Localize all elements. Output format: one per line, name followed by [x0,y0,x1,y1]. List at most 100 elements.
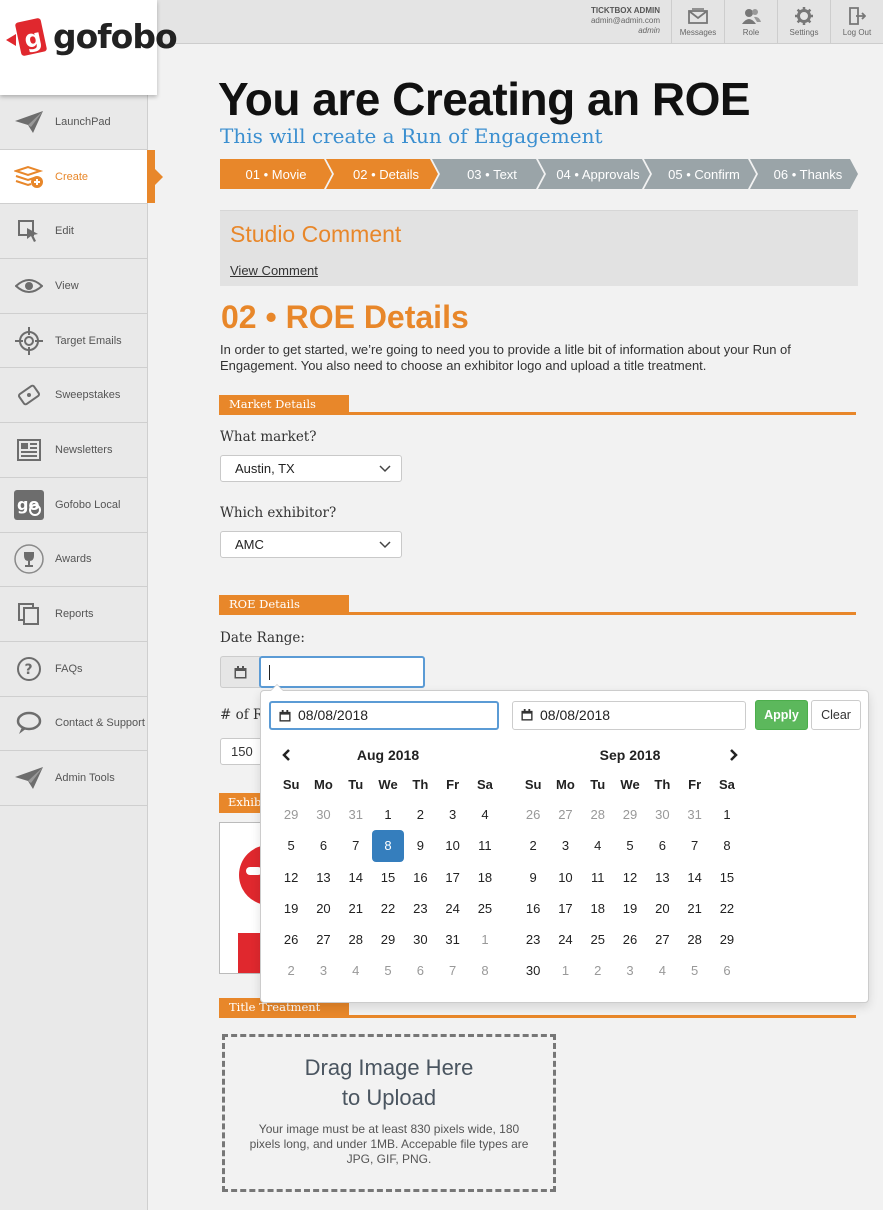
calendar-day[interactable]: 17 [549,893,581,924]
calendar-day[interactable]: 3 [436,799,468,830]
calendar-day[interactable]: 12 [275,862,307,893]
calendar-day[interactable]: 11 [582,862,614,893]
sidebar-item-awards[interactable]: Awards [0,533,147,588]
calendar-day[interactable]: 30 [404,924,436,955]
calendar-day[interactable]: 24 [549,924,581,955]
calendar-day[interactable]: 20 [646,893,678,924]
calendar-day[interactable]: 11 [469,830,501,861]
brand-logo[interactable]: g gofobo [0,0,178,95]
view-comment-link[interactable]: View Comment [230,263,318,278]
calendar-day[interactable]: 31 [436,924,468,955]
step-confirm[interactable]: 05 • Confirm [644,159,756,189]
calendar-day[interactable]: 8 [711,830,743,861]
clear-button[interactable]: Clear [811,700,861,730]
sidebar-item-gofobo-local[interactable]: go Gofobo Local [0,478,147,533]
market-select[interactable]: Austin, TX [220,455,402,482]
calendar-day[interactable]: 21 [340,893,372,924]
calendar-day[interactable]: 29 [614,799,646,830]
date-range-addon[interactable] [220,656,260,688]
sidebar-item-newsletters[interactable]: Newsletters [0,423,147,478]
calendar-day[interactable]: 14 [340,862,372,893]
calendar-day[interactable]: 31 [340,799,372,830]
calendar-day[interactable]: 3 [307,955,339,986]
calendar-day[interactable]: 21 [678,893,710,924]
step-text[interactable]: 03 • Text [432,159,544,189]
range-end-input[interactable]: 08/08/2018 [512,701,746,730]
role-button[interactable]: Role [724,0,777,43]
calendar-day[interactable]: 6 [307,830,339,861]
image-drop-zone[interactable]: Drag Image Here to Upload Your image mus… [222,1034,556,1192]
calendar-day[interactable]: 17 [436,862,468,893]
sidebar-item-view[interactable]: View [0,259,147,314]
calendar-day[interactable]: 30 [307,799,339,830]
settings-button[interactable]: Settings [777,0,830,43]
calendar-day[interactable]: 5 [614,830,646,861]
calendar-day[interactable]: 23 [404,893,436,924]
calendar-day[interactable]: 3 [614,955,646,986]
calendar-day[interactable]: 28 [582,799,614,830]
calendar-day[interactable]: 9 [404,830,436,861]
calendar-day[interactable]: 14 [678,862,710,893]
calendar-day[interactable]: 25 [582,924,614,955]
calendar-day[interactable]: 4 [582,830,614,861]
calendar-day[interactable]: 15 [372,862,404,893]
calendar-day[interactable]: 1 [372,799,404,830]
calendar-day[interactable]: 7 [436,955,468,986]
next-month-button[interactable] [725,746,743,764]
calendar-day[interactable]: 22 [711,893,743,924]
sidebar-item-admin-tools[interactable]: Admin Tools [0,751,147,806]
step-approvals[interactable]: 04 • Approvals [538,159,650,189]
sidebar-item-reports[interactable]: Reports [0,587,147,642]
calendar-day[interactable]: 19 [275,893,307,924]
exhibitor-select[interactable]: AMC [220,531,402,558]
calendar-day[interactable]: 26 [614,924,646,955]
logout-button[interactable]: Log Out [830,0,883,43]
calendar-day[interactable]: 27 [549,799,581,830]
calendar-day[interactable]: 2 [582,955,614,986]
calendar-day[interactable]: 27 [307,924,339,955]
exhibitor-logo-image[interactable] [219,822,263,974]
step-movie[interactable]: 01 • Movie [220,159,332,189]
calendar-day[interactable]: 5 [275,830,307,861]
calendar-day[interactable]: 26 [517,799,549,830]
calendar-day[interactable]: 4 [340,955,372,986]
calendar-day[interactable]: 28 [340,924,372,955]
calendar-day[interactable]: 18 [582,893,614,924]
sidebar-item-create[interactable]: Create [0,149,163,205]
sidebar-item-launchpad[interactable]: LaunchPad [0,95,147,150]
calendar-day[interactable]: 6 [646,830,678,861]
step-details[interactable]: 02 • Details [326,159,438,189]
calendar-day[interactable]: 3 [549,830,581,861]
sidebar-item-contact-support[interactable]: Contact & Support [0,697,147,752]
sidebar-item-target-emails[interactable]: Target Emails [0,314,147,369]
calendar-day[interactable]: 30 [646,799,678,830]
calendar-day[interactable]: 19 [614,893,646,924]
calendar-day[interactable]: 29 [275,799,307,830]
calendar-day[interactable]: 24 [436,893,468,924]
calendar-day[interactable]: 5 [372,955,404,986]
calendar-day[interactable]: 1 [469,924,501,955]
calendar-day[interactable]: 22 [372,893,404,924]
calendar-day[interactable]: 30 [517,955,549,986]
prev-month-button[interactable] [277,746,295,764]
calendar-day[interactable]: 13 [307,862,339,893]
calendar-day[interactable]: 28 [678,924,710,955]
sidebar-item-faqs[interactable]: ? FAQs [0,642,147,697]
calendar-day-selected[interactable]: 8 [371,830,405,862]
calendar-day[interactable]: 27 [646,924,678,955]
calendar-day[interactable]: 7 [678,830,710,861]
calendar-day[interactable]: 4 [469,799,501,830]
step-thanks[interactable]: 06 • Thanks [750,159,858,189]
calendar-day[interactable]: 10 [436,830,468,861]
calendar-day[interactable]: 12 [614,862,646,893]
messages-button[interactable]: Messages [671,0,724,43]
count-input[interactable]: 150 [220,738,264,765]
calendar-day[interactable]: 20 [307,893,339,924]
calendar-day[interactable]: 13 [646,862,678,893]
calendar-day[interactable]: 15 [711,862,743,893]
calendar-day[interactable]: 29 [711,924,743,955]
calendar-day[interactable]: 29 [372,924,404,955]
sidebar-item-edit[interactable]: Edit [0,204,147,260]
calendar-day[interactable]: 26 [275,924,307,955]
calendar-day[interactable]: 25 [469,893,501,924]
